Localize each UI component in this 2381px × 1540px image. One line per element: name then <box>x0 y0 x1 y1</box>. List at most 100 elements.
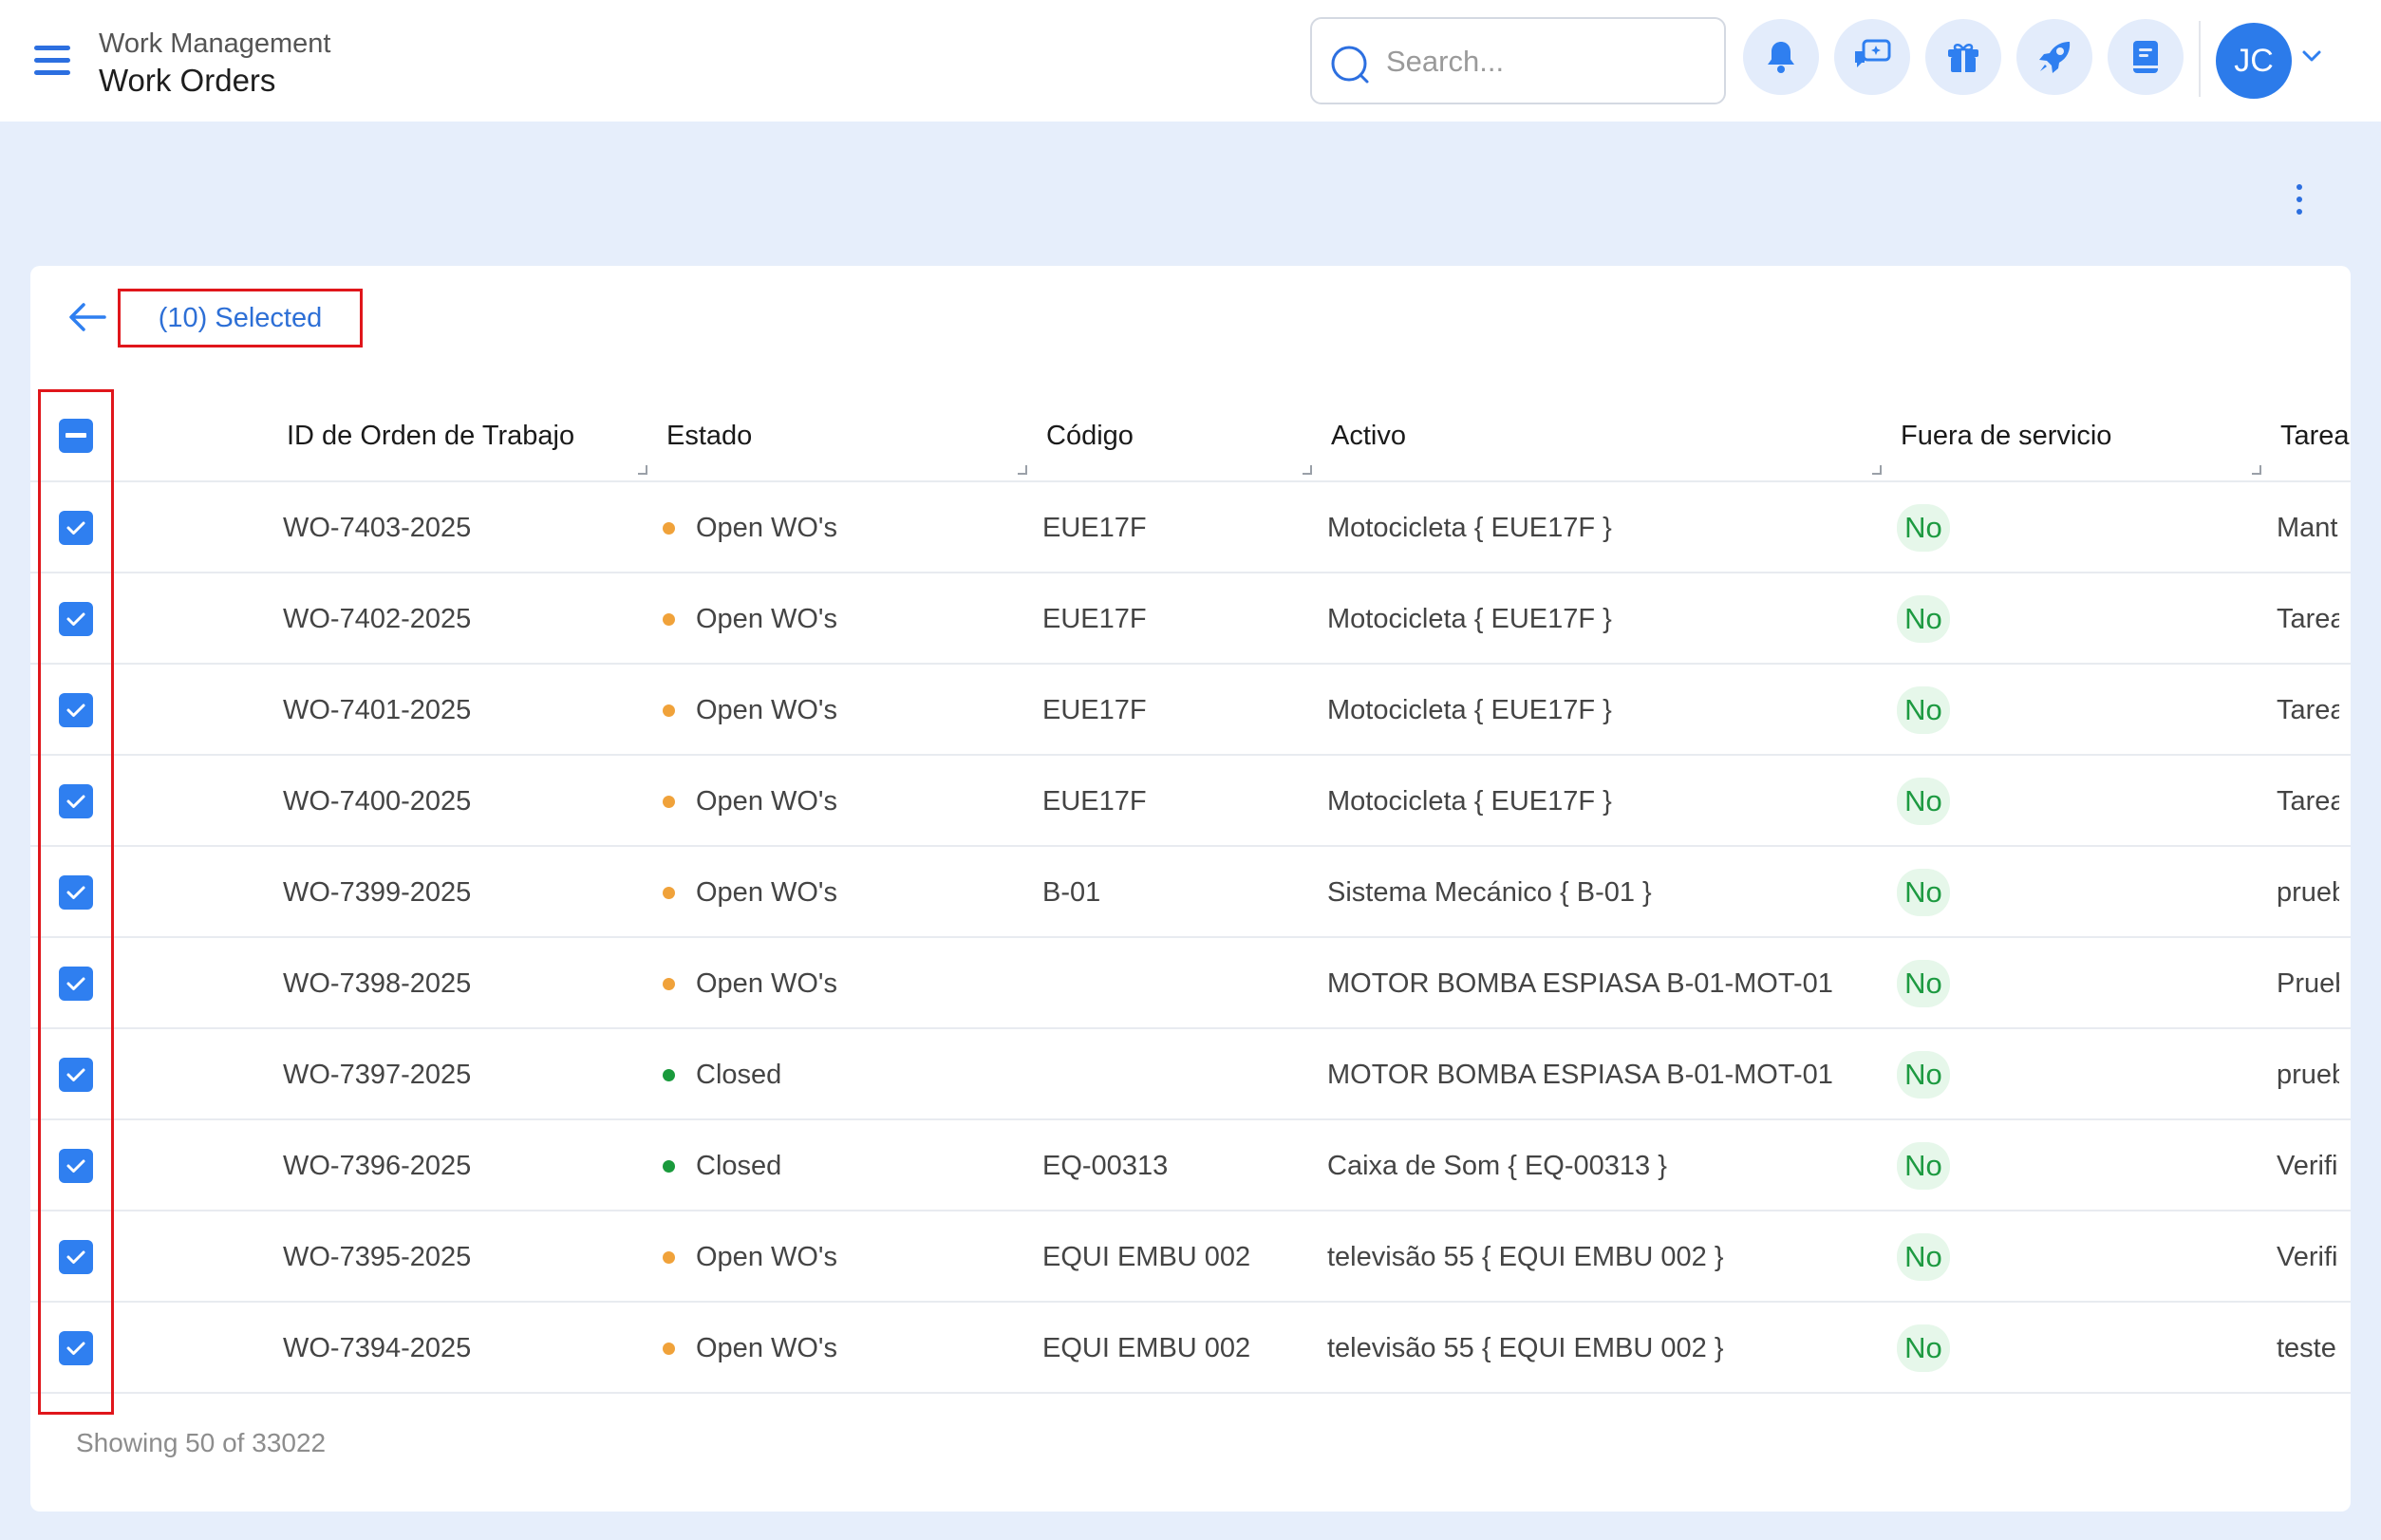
column-resize-handle[interactable] <box>1872 465 1882 475</box>
column-header-code[interactable]: Código <box>1046 389 1134 482</box>
cell-out-of-service: No <box>1897 482 2087 573</box>
menu-icon[interactable] <box>34 46 72 76</box>
cell-code: EQUI EMBU 002 <box>1042 1241 1251 1272</box>
status-label: Open WO's <box>696 967 837 999</box>
status-dot <box>663 795 675 808</box>
row-checkbox[interactable] <box>59 602 93 636</box>
cell-id[interactable]: WO-7400-2025 <box>283 756 644 847</box>
cell-status: Open WO's <box>663 1303 1023 1394</box>
status-label: Open WO's <box>696 1332 837 1363</box>
cell-status: Closed <box>663 1029 1023 1120</box>
row-checkbox[interactable] <box>59 967 93 1001</box>
row-checkbox[interactable] <box>59 693 93 727</box>
status-dot <box>663 704 675 717</box>
cell-id[interactable]: WO-7403-2025 <box>283 482 644 573</box>
row-checkbox[interactable] <box>59 784 93 818</box>
notifications-button[interactable] <box>1743 19 1819 95</box>
more-vertical-icon[interactable] <box>2290 180 2309 218</box>
column-header-asset[interactable]: Activo <box>1331 389 1406 482</box>
status-dot <box>663 1068 675 1081</box>
cell-asset: MOTOR BOMBA ESPIASA B-01-MOT-01 <box>1327 967 1833 999</box>
status-badge: No <box>1897 1142 1950 1190</box>
cell-out-of-service: No <box>1897 665 2087 756</box>
cell-status: Open WO's <box>663 847 1023 938</box>
table-header: ID de Orden de Trabajo Estado Código Act… <box>30 389 2351 482</box>
cell-status: Open WO's <box>663 665 1023 756</box>
column-header-status[interactable]: Estado <box>666 389 752 482</box>
status-badge: No <box>1897 595 1950 643</box>
whats-new-button[interactable] <box>2016 19 2092 95</box>
cell-asset: televisão 55 { EQUI EMBU 002 } <box>1327 1332 1724 1363</box>
checkbox-checked-icon <box>66 1159 85 1173</box>
chat-button[interactable] <box>1834 19 1910 95</box>
column-header-task[interactable]: Tarea <box>2280 389 2350 482</box>
checkbox-checked-icon <box>66 612 85 626</box>
documentation-button[interactable] <box>2108 19 2184 95</box>
cell-out-of-service: No <box>1897 573 2087 665</box>
cell-status: Open WO's <box>663 1211 1023 1303</box>
cell-id[interactable]: WO-7401-2025 <box>283 665 644 756</box>
row-checkbox[interactable] <box>59 875 93 910</box>
gift-button[interactable] <box>1925 19 2001 95</box>
status-dot <box>663 1342 675 1355</box>
select-all-checkbox[interactable] <box>59 419 93 453</box>
status-label: Open WO's <box>696 1241 837 1272</box>
column-header-id[interactable]: ID de Orden de Trabajo <box>287 389 574 482</box>
cell-task: Mant <box>2277 512 2338 543</box>
row-checkbox[interactable] <box>59 1149 93 1183</box>
cell-status: Open WO's <box>663 573 1023 665</box>
cell-id[interactable]: WO-7396-2025 <box>283 1120 644 1211</box>
column-resize-handle[interactable] <box>2252 465 2261 475</box>
cell-id[interactable]: WO-7395-2025 <box>283 1211 644 1303</box>
chevron-down-icon[interactable] <box>2301 49 2322 63</box>
column-header-out-of-service[interactable]: Fuera de servicio <box>1901 389 2111 482</box>
avatar[interactable]: JC <box>2216 23 2292 99</box>
cell-id[interactable]: WO-7399-2025 <box>283 847 644 938</box>
checkbox-checked-icon <box>66 1068 85 1081</box>
arrow-left-icon[interactable] <box>66 300 108 334</box>
row-checkbox[interactable] <box>59 1240 93 1274</box>
row-checkbox[interactable] <box>59 1331 93 1365</box>
search-input[interactable] <box>1386 38 1709 85</box>
cell-out-of-service: No <box>1897 1029 2087 1120</box>
search-icon <box>1331 46 1369 84</box>
cell-id[interactable]: WO-7402-2025 <box>283 573 644 665</box>
status-label: Closed <box>696 1059 782 1090</box>
table-row[interactable]: WO-7394-2025 Open WO's EQUI EMBU 002 tel… <box>30 1303 2351 1394</box>
table-row[interactable]: WO-7403-2025 Open WO's EUE17F Motociclet… <box>30 482 2351 573</box>
checkbox-checked-icon <box>66 795 85 808</box>
status-label: Open WO's <box>696 785 837 817</box>
column-resize-handle[interactable] <box>1303 465 1312 475</box>
cell-out-of-service: No <box>1897 938 2087 1029</box>
column-resize-handle[interactable] <box>1018 465 1027 475</box>
breadcrumb-parent[interactable]: Work Management <box>99 28 330 60</box>
column-resize-handle[interactable] <box>638 465 647 475</box>
checkbox-checked-icon <box>66 977 85 990</box>
table-row[interactable]: WO-7395-2025 Open WO's EQUI EMBU 002 tel… <box>30 1211 2351 1303</box>
checkbox-indeterminate-icon <box>66 433 86 438</box>
table-row[interactable]: WO-7399-2025 Open WO's B-01 Sistema Mecá… <box>30 847 2351 938</box>
cell-status: Closed <box>663 1120 1023 1211</box>
cell-id[interactable]: WO-7398-2025 <box>283 938 644 1029</box>
cell-code: EQ-00313 <box>1042 1150 1169 1181</box>
selected-count-text: (10) Selected <box>158 302 323 333</box>
divider <box>2199 21 2201 97</box>
table-row[interactable]: WO-7402-2025 Open WO's EUE17F Motociclet… <box>30 573 2351 665</box>
cell-asset: Sistema Mecánico { B-01 } <box>1327 876 1652 908</box>
cell-code: EUE17F <box>1042 694 1147 725</box>
status-label: Open WO's <box>696 876 837 908</box>
cell-task: Prueb <box>2277 967 2339 999</box>
row-checkbox[interactable] <box>59 511 93 545</box>
cell-task: Tarea <box>2277 694 2339 725</box>
table-row[interactable]: WO-7396-2025 Closed EQ-00313 Caixa de So… <box>30 1120 2351 1211</box>
cell-code: EUE17F <box>1042 603 1147 634</box>
table-row[interactable]: WO-7398-2025 Open WO's MOTOR BOMBA ESPIA… <box>30 938 2351 1029</box>
cell-asset: Caixa de Som { EQ-00313 } <box>1327 1150 1667 1181</box>
table-row[interactable]: WO-7401-2025 Open WO's EUE17F Motociclet… <box>30 665 2351 756</box>
cell-id[interactable]: WO-7394-2025 <box>283 1303 644 1394</box>
cell-id[interactable]: WO-7397-2025 <box>283 1029 644 1120</box>
table-row[interactable]: WO-7397-2025 Closed MOTOR BOMBA ESPIASA … <box>30 1029 2351 1120</box>
table-row[interactable]: WO-7400-2025 Open WO's EUE17F Motociclet… <box>30 756 2351 847</box>
row-checkbox[interactable] <box>59 1058 93 1092</box>
search-box[interactable] <box>1310 17 1726 104</box>
